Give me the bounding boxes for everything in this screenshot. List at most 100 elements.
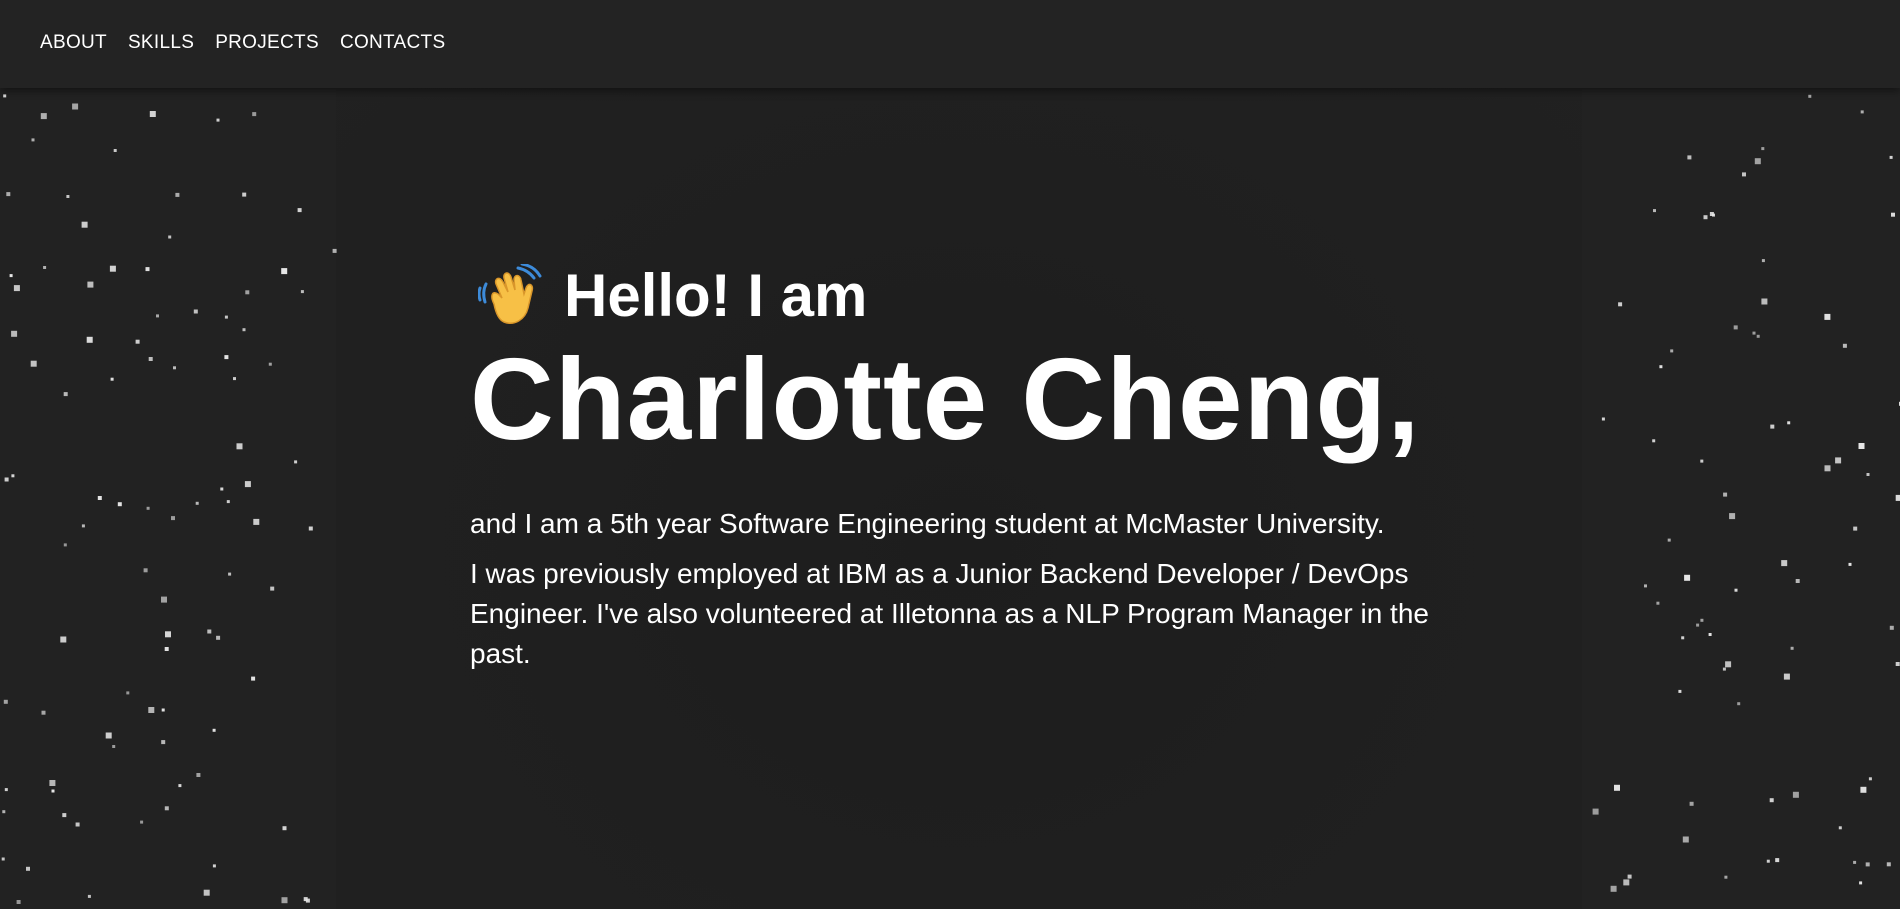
star — [1601, 417, 1605, 421]
star — [148, 707, 155, 713]
star — [308, 526, 313, 531]
star — [282, 826, 287, 831]
star — [1842, 343, 1847, 348]
star — [244, 481, 251, 488]
star — [1781, 560, 1788, 567]
star — [236, 443, 243, 450]
star — [300, 290, 304, 294]
star — [175, 192, 180, 197]
star — [1652, 439, 1656, 443]
star — [161, 708, 165, 712]
star — [1770, 424, 1775, 429]
star — [1729, 513, 1736, 520]
star — [81, 221, 88, 228]
star — [140, 820, 144, 824]
star — [87, 281, 94, 288]
star — [1703, 215, 1708, 220]
nav-item-projects[interactable]: PROJECTS — [215, 32, 319, 54]
star — [86, 336, 93, 343]
star — [1712, 213, 1715, 217]
star — [1627, 874, 1632, 879]
star — [1761, 259, 1765, 263]
star — [1808, 94, 1812, 98]
star — [294, 460, 298, 464]
star — [1824, 465, 1831, 472]
star — [1756, 334, 1760, 338]
star — [1866, 473, 1870, 476]
star — [1886, 862, 1891, 867]
star — [220, 487, 224, 491]
star — [253, 518, 260, 525]
star — [149, 111, 156, 117]
star — [1761, 147, 1765, 151]
star — [1724, 875, 1728, 879]
star — [207, 629, 212, 634]
star — [1687, 155, 1692, 160]
hero-name: Charlotte Cheng, — [470, 334, 1421, 464]
star — [178, 784, 182, 788]
star — [1895, 662, 1900, 666]
star — [303, 897, 308, 902]
star — [161, 596, 167, 603]
star — [11, 474, 15, 478]
star — [270, 586, 275, 591]
star — [1838, 826, 1842, 830]
star — [171, 516, 175, 521]
star — [1895, 494, 1900, 501]
star — [1709, 212, 1714, 216]
star — [117, 502, 122, 507]
star — [1891, 212, 1895, 217]
star — [1681, 636, 1685, 640]
nav-item-skills[interactable]: SKILLS — [128, 32, 194, 54]
star — [168, 235, 172, 239]
star — [1858, 443, 1865, 449]
star — [212, 728, 216, 732]
star — [109, 265, 116, 272]
star — [1792, 791, 1799, 798]
star — [16, 900, 21, 904]
star — [1644, 584, 1647, 588]
star — [165, 631, 171, 638]
star — [1889, 155, 1893, 159]
star — [216, 118, 220, 122]
star — [2, 810, 6, 814]
star — [1722, 667, 1726, 671]
star — [1659, 365, 1663, 369]
star — [135, 339, 140, 344]
star — [43, 266, 47, 269]
star — [233, 377, 236, 381]
nav-item-about[interactable]: ABOUT — [40, 32, 107, 54]
star — [72, 103, 79, 110]
star — [112, 745, 116, 748]
star — [51, 789, 55, 793]
star — [1725, 661, 1732, 668]
star — [228, 572, 232, 576]
star — [252, 112, 257, 117]
star — [161, 740, 166, 745]
star — [110, 377, 114, 381]
star — [1795, 579, 1800, 583]
star — [1614, 784, 1620, 791]
star — [1689, 801, 1694, 806]
greeting-heading: Hello! I am — [470, 260, 1460, 332]
star — [1592, 808, 1599, 815]
star — [224, 315, 228, 319]
star — [75, 822, 80, 827]
nav-item-contacts[interactable]: CONTACTS — [340, 32, 446, 54]
star — [1766, 859, 1770, 863]
star — [193, 309, 198, 314]
top-navbar: ABOUT SKILLS PROJECTS CONTACTS — [0, 0, 1900, 88]
star — [268, 362, 272, 366]
star — [1860, 110, 1864, 114]
star — [1667, 538, 1671, 542]
star — [1737, 702, 1741, 706]
star — [1682, 836, 1689, 843]
star — [1734, 588, 1738, 592]
star — [1754, 158, 1761, 165]
star — [13, 285, 20, 292]
star — [3, 699, 8, 704]
star — [1868, 777, 1872, 781]
star — [1708, 633, 1712, 636]
star — [145, 267, 150, 272]
star — [62, 813, 67, 818]
